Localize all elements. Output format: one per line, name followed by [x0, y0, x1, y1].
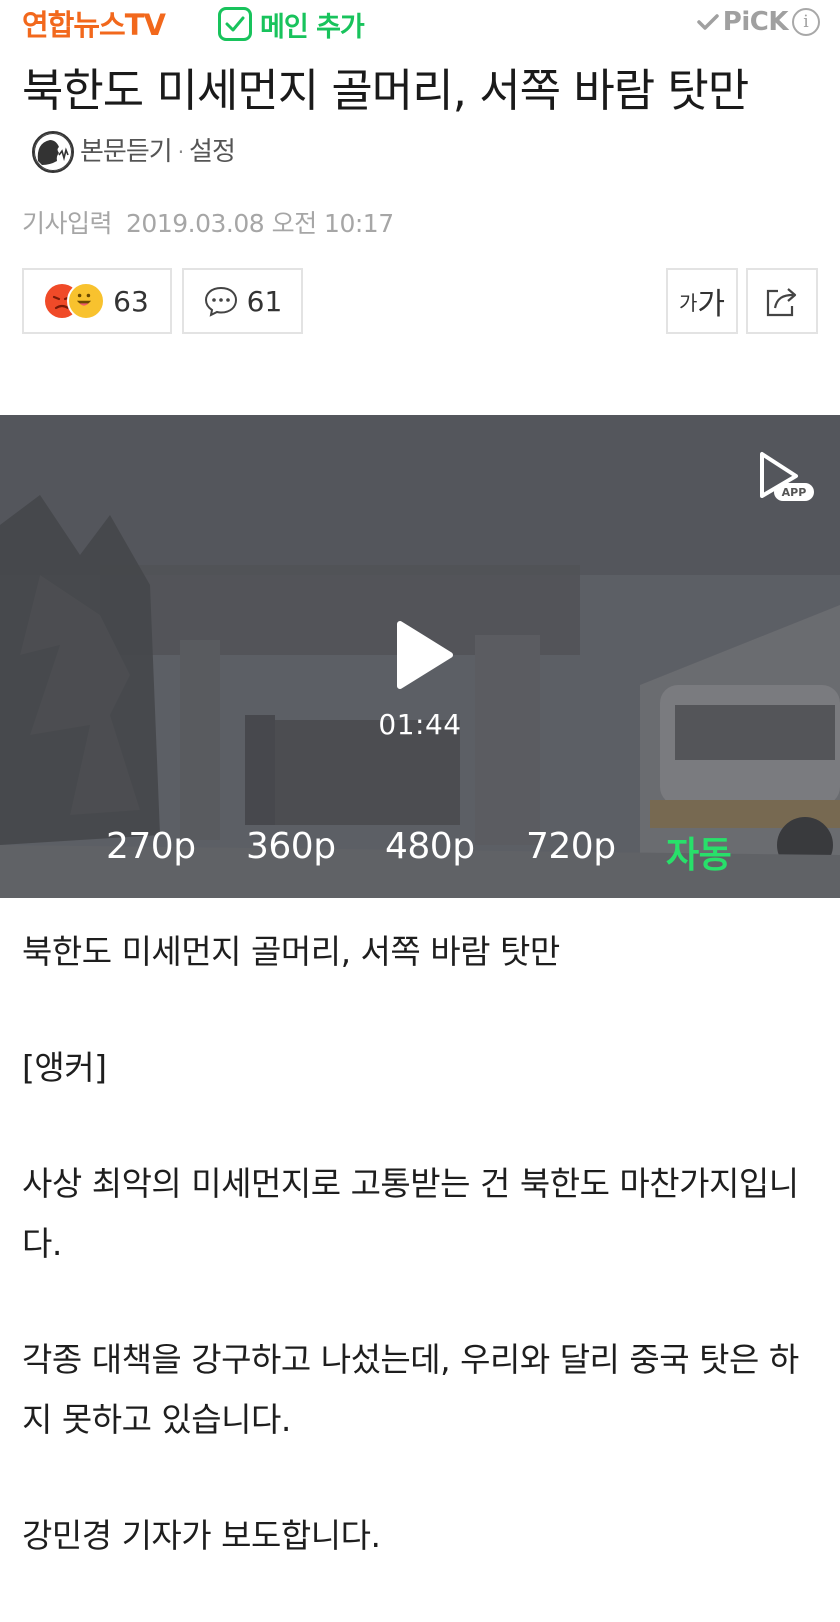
video-player[interactable]: APP 01:44 270p 360p 480p 720p 자동	[0, 415, 840, 898]
tts-control[interactable]: 본문듣기 · 설정	[32, 121, 236, 183]
article-paragraph: [앵커]	[22, 1048, 107, 1087]
article-body: 북한도 미세먼지 골머리, 서쪽 바람 탓만 [앵커] 사상 최악의 미세먼지로…	[22, 922, 822, 1622]
article-date: 기사입력 2019.03.08 오전 10:17	[22, 204, 394, 240]
action-bar: 63 61 가가	[22, 268, 818, 336]
date-value: 2019.03.08 오전 10:17	[126, 209, 394, 238]
quality-option-720p[interactable]: 720p	[526, 826, 616, 867]
pick-badge[interactable]: PiCK i	[697, 4, 820, 40]
quality-option-auto[interactable]: 자동	[666, 826, 732, 878]
font-size-button[interactable]: 가가	[666, 268, 738, 334]
quality-option-360p[interactable]: 360p	[246, 826, 336, 867]
share-icon	[766, 288, 797, 317]
reaction-emoji-group	[45, 282, 106, 320]
app-badge-label: APP	[782, 486, 807, 499]
happy-emoji-icon	[67, 282, 106, 320]
quality-option-480p[interactable]: 480p	[385, 826, 475, 867]
comment-count: 61	[246, 284, 283, 318]
reaction-button[interactable]: 63	[22, 268, 172, 334]
speaker-icon	[32, 131, 74, 173]
checkbox-icon	[218, 7, 252, 41]
font-big-glyph: 가	[697, 287, 725, 322]
article-paragraph: 각종 대책을 강구하고 나섰는데, 우리와 달리 중국 탓은 하지 못하고 있습…	[22, 1340, 799, 1439]
quality-option-270p[interactable]: 270p	[106, 826, 196, 867]
info-icon[interactable]: i	[792, 8, 820, 36]
play-icon[interactable]	[394, 620, 454, 690]
article-paragraph: 사상 최악의 미세먼지로 고통받는 건 북한도 마찬가지입니다.	[22, 1164, 799, 1263]
comment-icon	[204, 286, 237, 317]
tts-label: 본문듣기	[80, 137, 173, 167]
article-paragraph: 강민경 기자가 보도합니다.	[22, 1516, 381, 1555]
video-duration: 01:44	[378, 708, 462, 741]
share-button[interactable]	[746, 268, 818, 334]
tts-separator: ·	[177, 140, 184, 164]
follow-button[interactable]: 메인 추가	[218, 4, 365, 44]
tts-settings-link[interactable]: 설정	[189, 121, 236, 183]
article-title: 북한도 미세먼지 골머리, 서쪽 바람 탓만	[22, 64, 749, 117]
top-bar: 연합뉴스TV 메인 추가 PiCK i	[0, 0, 840, 48]
reaction-count: 63	[113, 284, 149, 318]
check-icon	[697, 14, 719, 30]
font-small-glyph: 가	[678, 290, 698, 315]
pick-label: PiCK	[722, 7, 789, 37]
follow-label: 메인 추가	[260, 11, 365, 43]
comment-button[interactable]: 61	[182, 268, 303, 334]
app-play-icon[interactable]: APP	[756, 450, 818, 506]
article-paragraph: 북한도 미세먼지 골머리, 서쪽 바람 탓만	[22, 932, 560, 971]
article-headline: 북한도 미세먼지 골머리, 서쪽 바람 탓만 본문듣기 · 설정	[22, 60, 802, 187]
date-label: 기사입력	[22, 209, 113, 238]
press-logo[interactable]: 연합뉴스TV	[22, 2, 166, 44]
